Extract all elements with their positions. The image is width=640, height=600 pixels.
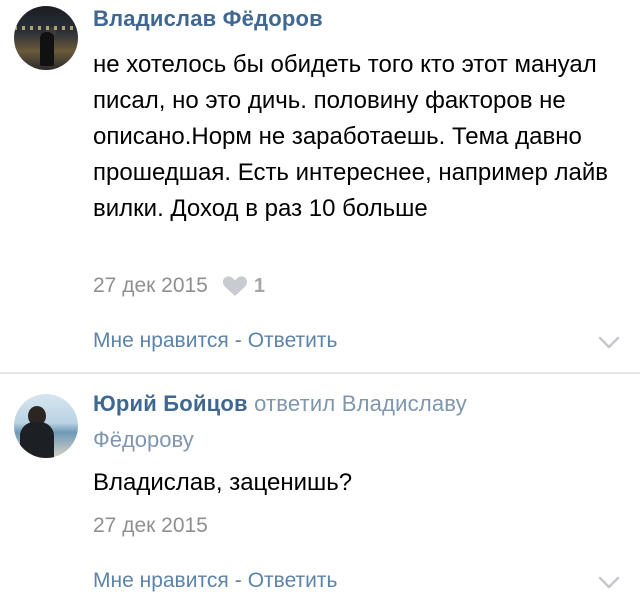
comment-author[interactable]: Юрий Бойцов bbox=[93, 391, 248, 416]
comment-date[interactable]: 27 дек 2015 bbox=[93, 274, 208, 298]
chevron-down-icon[interactable] bbox=[598, 336, 620, 350]
comment-author-line: Юрий Бойцов ответил Владиславу bbox=[93, 391, 467, 417]
comment-meta: 27 дек 2015 1 bbox=[93, 274, 265, 298]
reply-to-prefix: ответил Владиславу bbox=[254, 391, 467, 416]
reply-button[interactable]: Ответить bbox=[248, 329, 338, 353]
comment-actions: Мне нравится - Ответить bbox=[93, 569, 337, 593]
divider bbox=[0, 372, 640, 374]
action-separator: - bbox=[234, 329, 242, 352]
avatar[interactable] bbox=[14, 6, 78, 70]
like-button[interactable]: Мне нравится bbox=[93, 329, 229, 353]
like-count: 1 bbox=[253, 274, 265, 297]
comment-text: не хотелось бы обидеть того кто этот ман… bbox=[93, 51, 609, 222]
comment-author[interactable]: Владислав Фёдоров bbox=[93, 6, 323, 32]
comment-text: Владислав, заценишь? bbox=[93, 469, 353, 496]
like-button[interactable]: Мне нравится bbox=[93, 569, 229, 593]
avatar[interactable] bbox=[14, 394, 78, 458]
reply-button[interactable]: Ответить bbox=[248, 569, 338, 593]
action-separator: - bbox=[234, 569, 242, 592]
comment-date[interactable]: 27 дек 2015 bbox=[93, 514, 208, 538]
chevron-down-icon[interactable] bbox=[598, 576, 620, 590]
reply-to-name[interactable]: Фёдорову bbox=[93, 427, 194, 453]
comment: Юрий Бойцов ответил Владиславу Фёдорову … bbox=[0, 376, 640, 600]
heart-icon[interactable] bbox=[222, 275, 248, 297]
comment-actions: Мне нравится - Ответить bbox=[93, 329, 337, 353]
comment: Владислав Фёдоров не хотелось бы обидеть… bbox=[0, 0, 640, 374]
comment-meta: 27 дек 2015 bbox=[93, 514, 208, 538]
